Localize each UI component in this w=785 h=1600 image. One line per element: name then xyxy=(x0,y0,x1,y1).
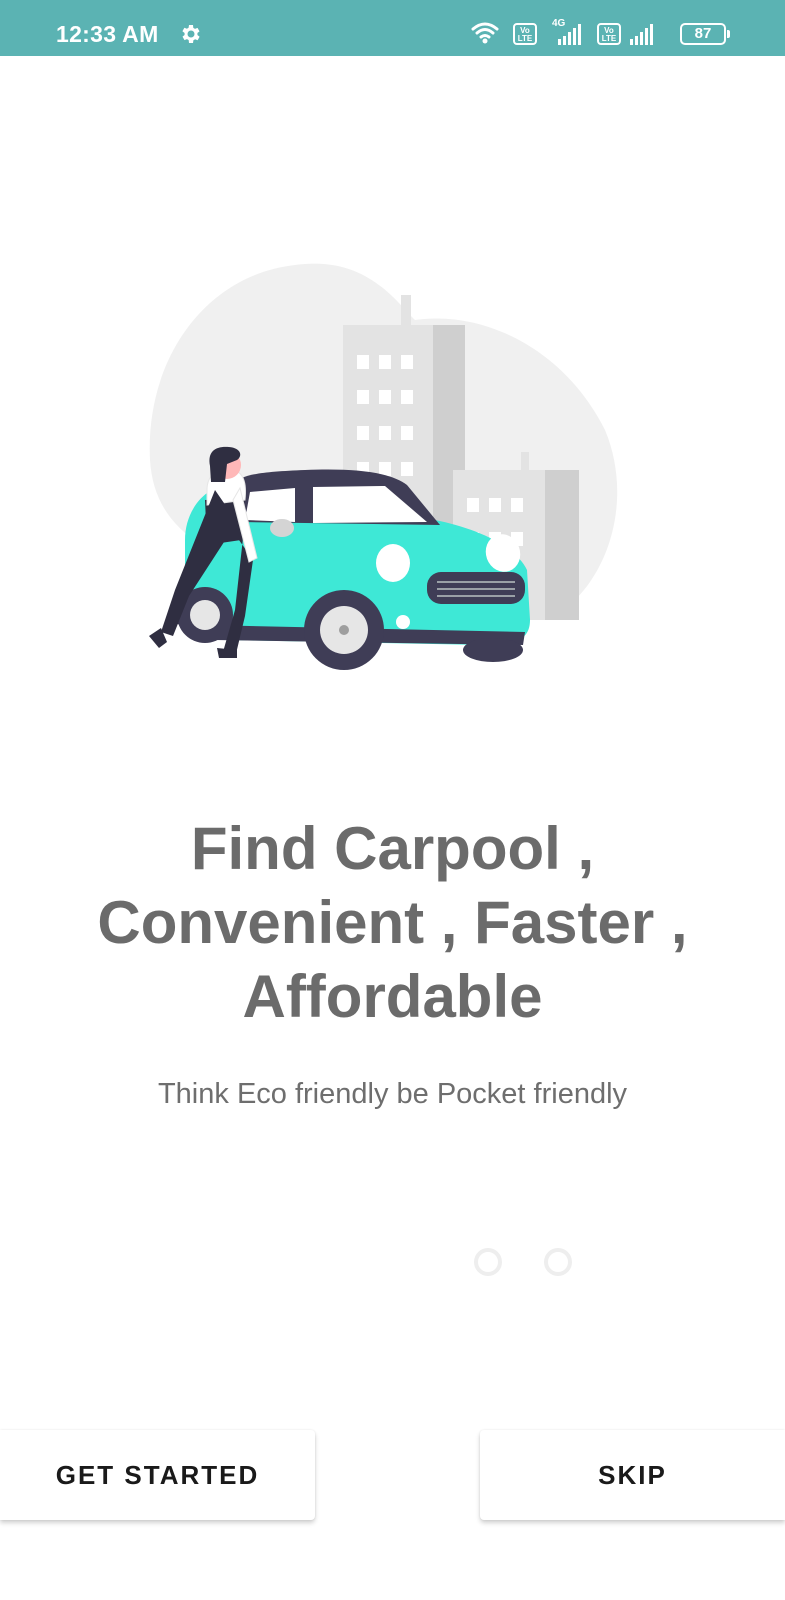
headline-line: Convenient , Faster , xyxy=(97,889,688,956)
page-indicator-dot[interactable] xyxy=(544,1248,572,1276)
onboarding-illustration xyxy=(149,263,618,670)
status-time: 12:33 AM xyxy=(56,21,159,47)
volte-icon-sim2: Vo LTE xyxy=(597,23,621,45)
volte-icon: Vo LTE xyxy=(513,23,537,45)
onboarding-headline: Find Carpool , Convenient , Faster , Aff… xyxy=(0,812,785,1034)
wifi-icon xyxy=(471,22,499,44)
skip-button[interactable]: SKIP xyxy=(480,1430,785,1520)
headline-line: Find Carpool , xyxy=(190,815,595,882)
page-indicator-dot[interactable] xyxy=(474,1248,502,1276)
headline-line: Affordable xyxy=(242,963,543,1030)
signal-icon-sim2 xyxy=(630,24,653,45)
get-started-button[interactable]: GET STARTED xyxy=(0,1430,315,1520)
battery-icon: 87 xyxy=(680,23,730,45)
onboarding-subtitle: Think Eco friendly be Pocket friendly xyxy=(157,1078,628,1110)
status-bar: 12:33 AM Vo LTE 4G Vo LTE 87 xyxy=(0,0,785,56)
signal-icon xyxy=(558,24,581,45)
settings-gear-icon xyxy=(182,25,200,43)
